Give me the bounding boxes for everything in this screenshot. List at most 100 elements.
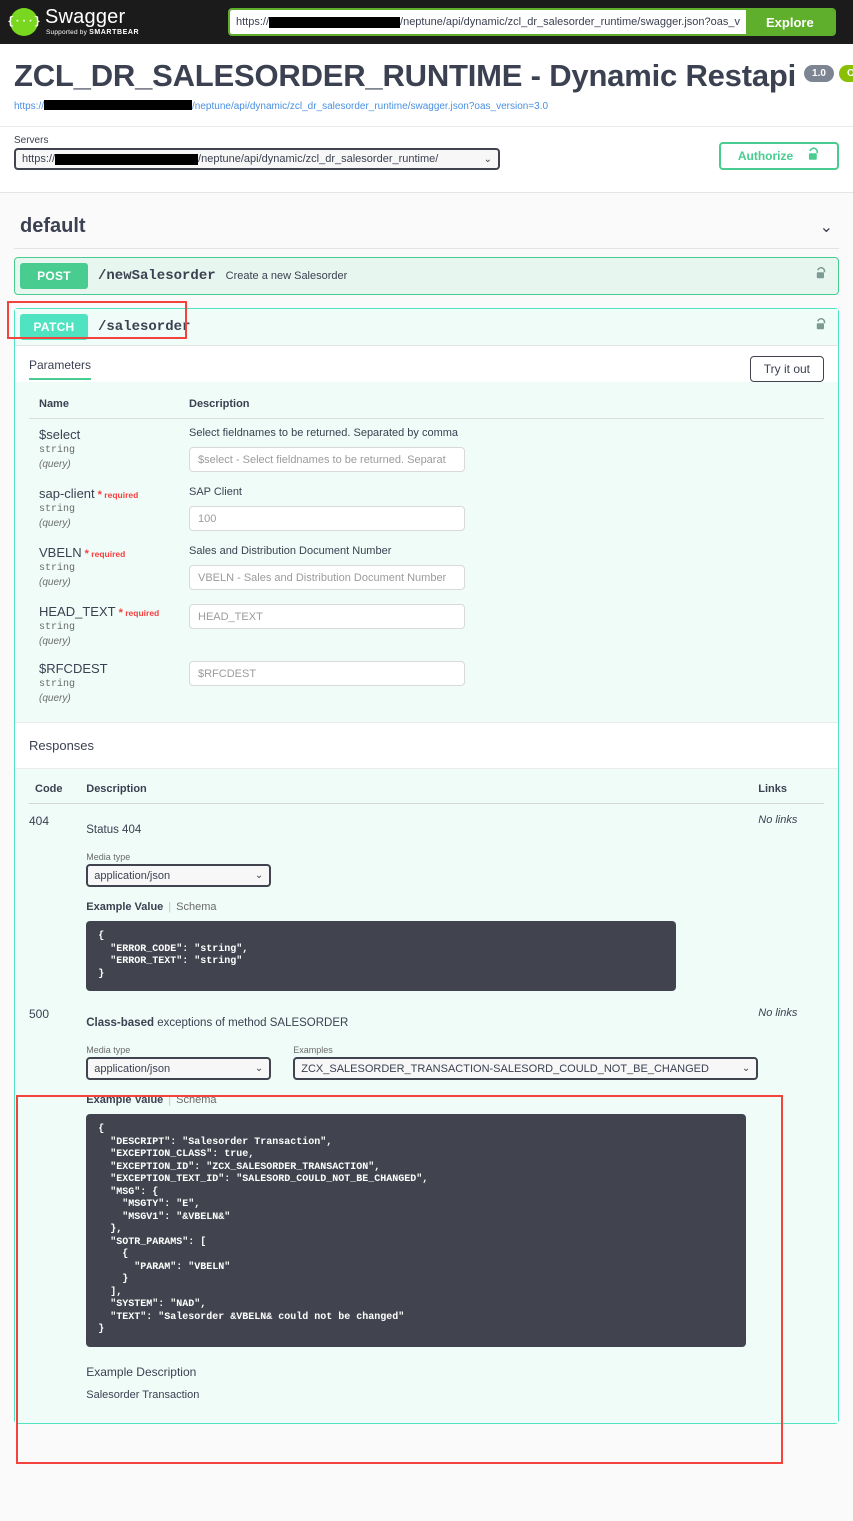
table-row: sap-client* required string (query) SAP … [29,478,824,537]
table-row: HEAD_TEXT* required string (query) HEAD_… [29,596,824,653]
param-type: string [39,622,179,633]
version-badge: 1.0 [804,65,834,82]
explore-button[interactable]: Explore [746,10,834,34]
try-it-out-button[interactable]: Try it out [750,356,824,382]
tab-schema[interactable]: Schema [176,1094,216,1106]
page-bottom-spacer [0,1424,853,1478]
col-header-description: Description [86,773,758,804]
tab-schema[interactable]: Schema [176,901,216,913]
operation-summary-text: Create a new Salesorder [226,270,348,282]
param-name-cell: sap-client* required string (query) [29,478,179,537]
tag-section: default ⌄ POST /newSalesorder Create a n… [0,192,853,1424]
required-marker: * required [85,549,126,559]
operation-summary[interactable]: PATCH /salesorder [15,309,838,345]
param-input-select[interactable]: $select - Select fieldnames to be return… [189,447,465,472]
explore-form: https:// /neptune/api/dynamic/zcl_dr_sale… [228,8,836,36]
servers-left: Servers https:///neptune/api/dynamic/zcl… [14,135,500,170]
parameters-bar: Parameters Try it out [15,346,838,382]
example-value-tabs: Example Value|Schema [86,901,758,913]
examples-label: Examples [293,1045,758,1055]
swagger-logo-subtitle: Supported by SMARTBEAR [46,29,139,37]
param-input-sap-client[interactable]: 100 [189,506,465,531]
chevron-down-icon: ⌄ [247,870,263,881]
col-header-links: Links [758,773,824,804]
table-row: 404 Status 404 Media type application/js… [29,804,824,998]
param-input-vbeln[interactable]: VBELN - Sales and Distribution Document … [189,565,465,590]
param-location: (query) [39,577,179,588]
unlock-icon[interactable] [815,317,827,337]
param-desc-cell: SAP Client 100 [179,478,824,537]
table-row: $select string (query) Select fieldnames… [29,419,824,479]
response-example-code: { "DESCRIPT": "Salesorder Transaction", … [86,1114,746,1347]
required-marker: * required [98,490,139,500]
col-header-description: Description [179,390,824,419]
example-description-text: Salesorder Transaction [86,1389,758,1401]
col-header-name: Name [29,390,179,419]
unlock-icon[interactable] [815,266,827,286]
examples-select[interactable]: ZCX_SALESORDER_TRANSACTION-SALESORD_COUL… [293,1057,758,1080]
media-type-group: Media type application/json ⌄ [86,852,271,887]
tab-example-value[interactable]: Example Value [86,901,163,913]
responses-table: Code Description Links 404 [29,773,824,1407]
parameters-table: Name Description $select string (query) [29,390,824,710]
param-location: (query) [39,459,179,470]
example-description-title: Example Description [86,1365,758,1379]
tag-header-default[interactable]: default ⌄ [14,193,839,249]
param-location: (query) [39,518,179,529]
param-input-rfcdest[interactable]: $RFCDEST [189,661,465,686]
oas-badge: OAS3 [839,65,853,82]
swagger-logo-glyph: {···} [8,16,41,28]
param-input-head-text[interactable]: HEAD_TEXT [189,604,465,629]
operation-summary[interactable]: POST /newSalesorder Create a new Salesor… [15,258,838,294]
param-type: string [39,679,179,690]
operation-body: Parameters Try it out Name Description [15,345,838,1423]
media-type-row: Media type application/json ⌄ [86,852,758,887]
http-method-badge: POST [20,263,88,289]
media-type-select[interactable]: application/json ⌄ [86,1057,271,1080]
server-select[interactable]: https:///neptune/api/dynamic/zcl_dr_sale… [14,148,500,170]
swagger-json-link[interactable]: https:///neptune/api/dynamic/zcl_dr_sale… [14,100,839,112]
media-type-value: application/json [94,1063,170,1075]
url-prefix: https:// [236,16,269,28]
param-name: HEAD_TEXT* required [39,604,179,619]
response-code: 404 [29,804,86,998]
swagger-logo-text: Swagger Supported by SMARTBEAR [45,7,139,37]
tab-example-value[interactable]: Example Value [86,1094,163,1106]
parameters-area: Name Description $select string (query) [15,382,838,722]
top-bar: {···} Swagger Supported by SMARTBEAR htt… [0,0,853,44]
param-location: (query) [39,636,179,647]
swagger-ui-page: {···} Swagger Supported by SMARTBEAR htt… [0,0,853,1478]
param-desc-cell: Select fieldnames to be returned. Separa… [179,419,824,479]
responses-area: Code Description Links 404 [15,769,838,1423]
operation-path: /salesorder [98,319,190,335]
http-method-badge: PATCH [20,314,88,340]
media-type-select[interactable]: application/json ⌄ [86,864,271,887]
responses-title: Responses [29,738,94,753]
responses-header-row: Code Description Links [29,773,824,804]
required-marker: * required [119,608,160,618]
authorize-button[interactable]: Authorize [719,142,839,170]
redacted-host [269,17,400,28]
swagger-logo[interactable]: {···} Swagger Supported by SMARTBEAR [10,7,220,37]
page-title: ZCL_DR_SALESORDER_RUNTIME - Dynamic Rest… [14,58,796,94]
responses-title-bar: Responses [15,722,838,769]
table-row: VBELN* required string (query) Sales and… [29,537,824,596]
operation-patch-salesorder: PATCH /salesorder Parameters Try it out [14,308,839,1424]
url-suffix: /neptune/api/dynamic/zcl_dr_salesorder_r… [400,16,740,28]
param-name: sap-client* required [39,486,179,501]
response-description: Class-based exceptions of method SALESOR… [86,1017,758,1029]
media-type-value: application/json [94,870,170,882]
swagger-url-input[interactable]: https:// /neptune/api/dynamic/zcl_dr_sale… [230,10,746,34]
param-description: SAP Client [189,486,824,498]
response-code: 500 [29,997,86,1407]
api-info-header: ZCL_DR_SALESORDER_RUNTIME - Dynamic Rest… [0,44,853,127]
api-link-suffix: /neptune/api/dynamic/zcl_dr_salesorder_r… [192,101,548,112]
param-description: Select fieldnames to be returned. Separa… [189,427,824,439]
tab-parameters[interactable]: Parameters [29,358,91,380]
table-row: 500 Class-based exceptions of method SAL… [29,997,824,1407]
param-desc-cell: Sales and Distribution Document Number V… [179,537,824,596]
param-location: (query) [39,693,179,704]
col-header-code: Code [29,773,86,804]
swagger-logo-icon: {···} [10,8,38,36]
table-row: $RFCDEST string (query) $RFCDEST [29,653,824,710]
